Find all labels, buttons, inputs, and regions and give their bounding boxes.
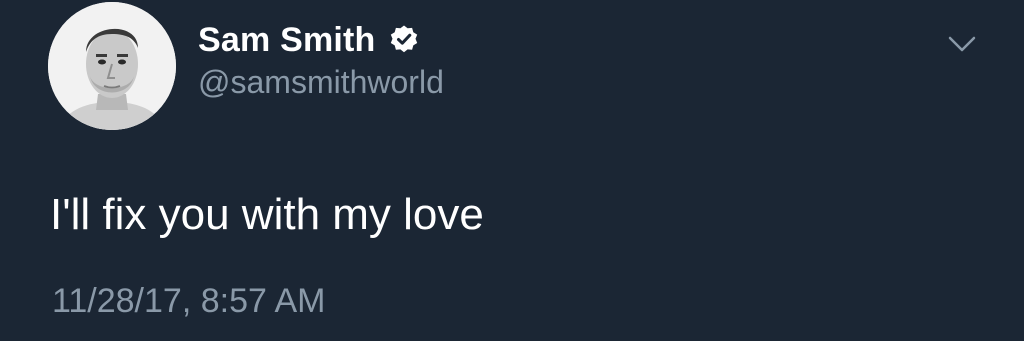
tweet-text: I'll fix you with my love [50,190,484,239]
author-name-row: Sam Smith [198,18,420,62]
tweet-card: Sam Smith @samsmithworld I'll fix you wi… [0,0,1024,341]
user-handle[interactable]: @samsmithworld [198,64,444,101]
tweet-timestamp[interactable]: 11/28/17, 8:57 AM [52,282,325,321]
profile-photo-icon [48,2,176,130]
chevron-down-icon[interactable] [946,30,978,58]
display-name[interactable]: Sam Smith [198,21,376,60]
avatar[interactable] [48,2,176,130]
verified-badge-icon [388,24,420,56]
